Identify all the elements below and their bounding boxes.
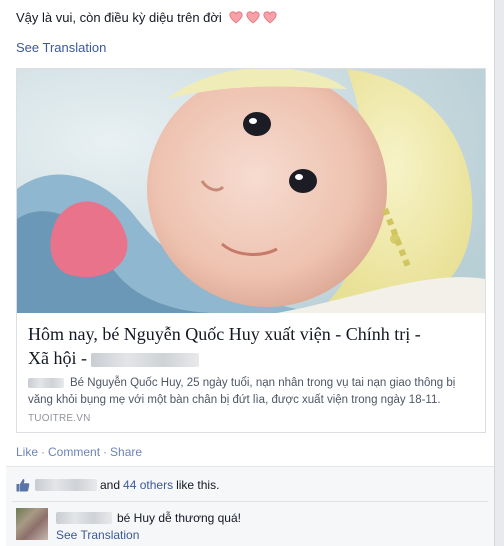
comment-item: bé Huy dễ thương quá! See Translation	[16, 508, 486, 546]
likes-suffix: like this.	[176, 478, 220, 492]
link-description: Bé Nguyễn Quốc Huy, 25 ngày tuổi, nạn nh…	[28, 375, 480, 409]
hearts	[226, 11, 277, 24]
redacted-site-name	[91, 352, 200, 367]
see-translation-link[interactable]: See Translation	[16, 40, 106, 55]
link-title[interactable]: Hôm nay, bé Nguyễn Quốc Huy xuất viện - …	[28, 322, 478, 370]
share-link[interactable]: Share	[110, 445, 142, 459]
thumbs-up-icon	[16, 479, 30, 492]
like-link[interactable]: Like	[16, 445, 38, 459]
link-description-text: Bé Nguyễn Quốc Huy, 25 ngày tuổi, nạn nh…	[28, 377, 456, 406]
redacted-prefix	[28, 377, 64, 388]
likes-prefix: and	[100, 478, 121, 492]
heart-icon	[229, 11, 243, 24]
comment-see-translation-link[interactable]: See Translation	[56, 528, 139, 542]
comment-text: bé Huy dễ thương quá!	[117, 511, 241, 525]
story-actions: Like · Comment · Share	[16, 445, 142, 459]
link-title-line1: Hôm nay, bé Nguyễn Quốc Huy xuất viện - …	[28, 324, 421, 344]
heart-icon	[263, 11, 277, 24]
ufi-feedback: and 44 others like this. bé Huy dễ thươn…	[6, 466, 494, 546]
link-title-line2: Xã hội -	[28, 348, 87, 368]
link-preview-card[interactable]: Hôm nay, bé Nguyễn Quốc Huy xuất viện - …	[16, 68, 486, 433]
baby-photo	[17, 69, 485, 313]
likes-sentence: and 44 others like this.	[16, 477, 219, 493]
heart-icon	[246, 11, 260, 24]
separator: ·	[41, 445, 46, 459]
comment-body: bé Huy dễ thương quá!	[56, 511, 241, 525]
separator: ·	[103, 445, 108, 459]
feed-story: Vậy là vui, còn điều kỳ diệu trên đời Se…	[0, 0, 494, 546]
divider	[12, 501, 488, 502]
link-preview-image[interactable]	[17, 69, 485, 313]
redacted-liker-name	[35, 479, 97, 491]
others-link[interactable]: 44 others	[123, 478, 173, 492]
link-source: TUOITRE.VN	[28, 413, 91, 424]
status-message: Vậy là vui, còn điều kỳ diệu trên đời	[16, 10, 277, 25]
redacted-commenter-name[interactable]	[56, 512, 112, 524]
comment-link[interactable]: Comment	[48, 445, 100, 459]
commenter-avatar[interactable]	[16, 508, 48, 540]
scrollbar-track[interactable]	[494, 0, 504, 546]
status-text: Vậy là vui, còn điều kỳ diệu trên đời	[16, 10, 222, 25]
